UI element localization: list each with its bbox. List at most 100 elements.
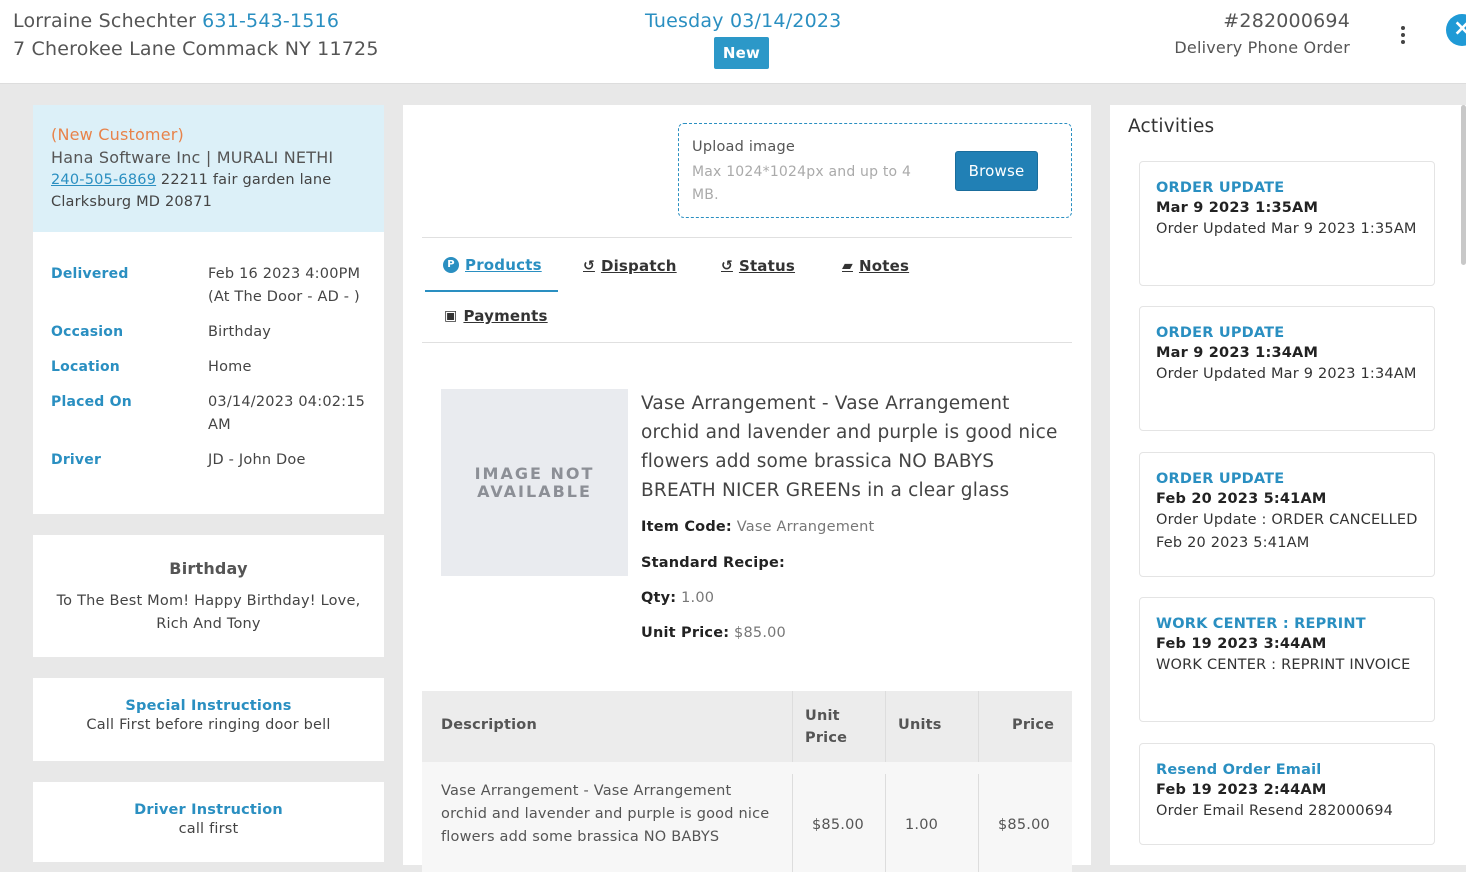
image-placeholder-text-1: IMAGE NOT <box>474 464 595 483</box>
order-header: Lorraine Schechter 631-543-1516 7 Cheroke… <box>0 0 1466 84</box>
driver-instruction: Driver Instruction call first <box>33 782 384 862</box>
tab-notes-label: Notes <box>858 257 910 275</box>
qty-value: 1.00 <box>681 590 715 606</box>
card-message-body: To The Best Mom! Happy Birthday! Love, R… <box>56 593 361 632</box>
order-number: #282000694 <box>1223 10 1350 32</box>
active-tab-indicator <box>425 290 558 292</box>
browse-button[interactable]: Browse <box>955 151 1038 191</box>
history-icon: ↺ <box>583 258 595 274</box>
activities-title: Activities <box>1128 116 1215 137</box>
qty-label: Qty: <box>641 590 677 606</box>
status-badge: New <box>714 37 769 69</box>
col-unit-price-1: Unit <box>805 708 840 724</box>
tab-products[interactable]: P Products <box>443 256 542 274</box>
detail-value: Home <box>208 359 252 375</box>
card-message-title: Birthday <box>169 559 248 578</box>
detail-row-occasion: Occasion Birthday <box>51 321 366 344</box>
order-date: Tuesday 03/14/2023 <box>645 10 842 32</box>
column-divider <box>792 691 793 762</box>
activity-description: Order Updated Mar 9 2023 1:34AM <box>1156 366 1417 382</box>
tab-status-label: Status <box>738 257 796 275</box>
activity-item: Resend Order Email Feb 19 2023 2:44AM Or… <box>1139 743 1435 845</box>
recipe-label: Standard Recipe: <box>641 555 786 571</box>
tab-notes[interactable]: ▰ Notes <box>842 257 909 275</box>
col-unit-price: Unit Price <box>805 705 847 749</box>
activity-type: ORDER UPDATE <box>1156 471 1285 487</box>
activity-description: Order Updated Mar 9 2023 1:35AM <box>1156 221 1417 237</box>
recipient-card: (New Customer) Hana Software Inc | MURAL… <box>33 105 384 232</box>
tab-dispatch[interactable]: ↺ Dispatch <box>583 257 677 275</box>
column-divider <box>885 691 886 762</box>
activities-scrollbar[interactable] <box>1461 105 1466 265</box>
column-divider <box>978 691 979 762</box>
detail-value: 03/14/2023 04:02:15 AM <box>208 394 366 433</box>
products-icon: P <box>443 257 459 273</box>
special-instructions-body: Call First before ringing door bell <box>86 717 331 733</box>
activity-type: Resend Order Email <box>1156 762 1322 778</box>
driver-instruction-title: Driver Instruction <box>134 802 283 818</box>
recipient-contact: 240-505-6869 22211 fair garden lane Clar… <box>51 169 366 213</box>
row-price: $85.00 <box>998 817 1050 833</box>
activity-description: WORK CENTER : REPRINT INVOICE <box>1156 657 1411 673</box>
detail-label: Placed On <box>51 394 132 410</box>
more-options-icon[interactable] <box>1393 26 1413 50</box>
tab-payments-label: Payments <box>463 307 548 325</box>
order-main-panel: Upload image Max 1024*1024px and up to 4… <box>403 105 1091 872</box>
customer-name-line: Lorraine Schechter 631-543-1516 <box>13 10 339 32</box>
detail-row-delivered: Delivered Feb 16 2023 4:00PM (At The Doo… <box>51 263 366 309</box>
unit-price-value: $85.00 <box>734 625 786 641</box>
table-row: Vase Arrangement - Vase Arrangement orch… <box>422 762 1072 872</box>
detail-label: Delivered <box>51 266 129 282</box>
product-unit-price: Unit Price: $85.00 <box>641 625 786 641</box>
activity-time: Feb 20 2023 5:41AM <box>1156 491 1327 507</box>
detail-label: Location <box>51 359 120 375</box>
customer-address: 7 Cherokee Lane Commack NY 11725 <box>13 38 379 60</box>
upload-label: Upload image <box>692 139 795 155</box>
detail-label: Driver <box>51 452 102 468</box>
tab-payments[interactable]: ▣ Payments <box>444 307 548 325</box>
column-divider <box>978 774 979 872</box>
activity-type: ORDER UPDATE <box>1156 325 1285 341</box>
product-item-code: Item Code: Vase Arrangement <box>641 519 874 535</box>
product-image-placeholder: IMAGE NOT AVAILABLE <box>441 389 628 576</box>
product-name: Vase Arrangement - Vase Arrangement orch… <box>641 393 1058 501</box>
note-icon: ▰ <box>842 258 853 274</box>
tab-products-label: Products <box>465 256 542 274</box>
col-units: Units <box>898 717 942 733</box>
activity-item: ORDER UPDATE Mar 9 2023 1:35AM Order Upd… <box>1139 161 1435 286</box>
divider <box>422 342 1072 343</box>
tab-status[interactable]: ↺ Status <box>721 257 795 275</box>
history-icon: ↺ <box>721 258 733 274</box>
money-icon: ▣ <box>444 308 458 324</box>
activity-description: Order Update : ORDER CANCELLED Feb 20 20… <box>1156 512 1418 551</box>
detail-row-location: Location Home <box>51 356 366 379</box>
activity-time: Mar 9 2023 1:35AM <box>1156 200 1319 216</box>
activity-type: ORDER UPDATE <box>1156 180 1285 196</box>
activity-item: ORDER UPDATE Mar 9 2023 1:34AM Order Upd… <box>1139 306 1435 431</box>
customer-phone-link[interactable]: 631-543-1516 <box>202 10 339 32</box>
order-type: Delivery Phone Order <box>1174 38 1350 57</box>
detail-value: Birthday <box>208 324 272 340</box>
detail-row-placed-on: Placed On 03/14/2023 04:02:15 AM <box>51 391 366 437</box>
recipient-street: 22211 fair garden lane <box>156 172 332 188</box>
activity-time: Feb 19 2023 2:44AM <box>1156 782 1327 798</box>
image-upload-dropzone[interactable]: Upload image Max 1024*1024px and up to 4… <box>678 123 1072 218</box>
divider <box>422 237 1072 238</box>
col-price: Price <box>1012 717 1055 733</box>
row-units: 1.00 <box>905 817 939 833</box>
recipient-phone-link[interactable]: 240-505-6869 <box>51 172 156 188</box>
new-customer-label: (New Customer) <box>51 125 184 144</box>
recipient-company: Hana Software Inc | MURALI NETHI <box>51 148 334 167</box>
close-icon[interactable]: × <box>1446 14 1466 46</box>
detail-value: Feb 16 2023 4:00PM (At The Door - AD - ) <box>208 266 361 305</box>
activities-panel: Activities ORDER UPDATE Mar 9 2023 1:35A… <box>1110 105 1466 865</box>
row-description: Vase Arrangement - Vase Arrangement orch… <box>441 783 770 845</box>
col-description: Description <box>441 717 537 733</box>
detail-label: Occasion <box>51 324 124 340</box>
product-qty: Qty: 1.00 <box>641 590 714 606</box>
driver-instruction-body: call first <box>178 821 239 837</box>
product-recipe: Standard Recipe: <box>641 555 785 571</box>
item-code-label: Item Code: <box>641 519 732 535</box>
image-placeholder-text-2: AVAILABLE <box>477 482 592 501</box>
tab-dispatch-label: Dispatch <box>600 257 677 275</box>
